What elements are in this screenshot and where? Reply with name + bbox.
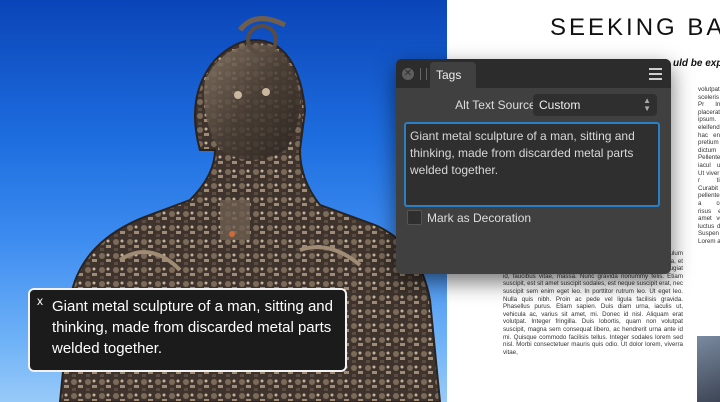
chevron-updown-icon: ▲ ▼ (643, 96, 651, 113)
body-text-column-right: volutpat mattis sceleris felis. Pr In mi… (698, 86, 720, 245)
close-icon[interactable]: x (37, 294, 43, 308)
alt-text-source-value: Custom (539, 98, 581, 112)
grip-icon[interactable] (420, 68, 427, 80)
document-title: SEEKING BA (550, 14, 720, 41)
alt-text-tooltip: x Giant metal sculpture of a man, sittin… (28, 288, 347, 372)
tab-tags[interactable]: Tags (430, 62, 476, 88)
decoration-label: Mark as Decoration (427, 211, 532, 225)
decoration-checkbox[interactable] (407, 210, 422, 225)
tags-panel: ✕ Tags Alt Text Source: Custom ▲ ▼ Giant … (396, 59, 671, 274)
tooltip-text: Giant metal sculpture of a man, sitting … (52, 298, 333, 357)
panel-title-bar: ✕ Tags (396, 59, 671, 88)
document-subtitle: uld be expe (673, 58, 720, 69)
alt-text-source-select[interactable]: Custom ▲ ▼ (533, 94, 657, 116)
document-image (697, 336, 720, 402)
alt-text-source-label: Alt Text Source: (455, 98, 539, 112)
alt-text-input[interactable]: Giant metal sculpture of a man, sitting … (404, 122, 660, 207)
close-icon[interactable]: ✕ (402, 68, 414, 80)
menu-icon[interactable] (649, 68, 662, 80)
